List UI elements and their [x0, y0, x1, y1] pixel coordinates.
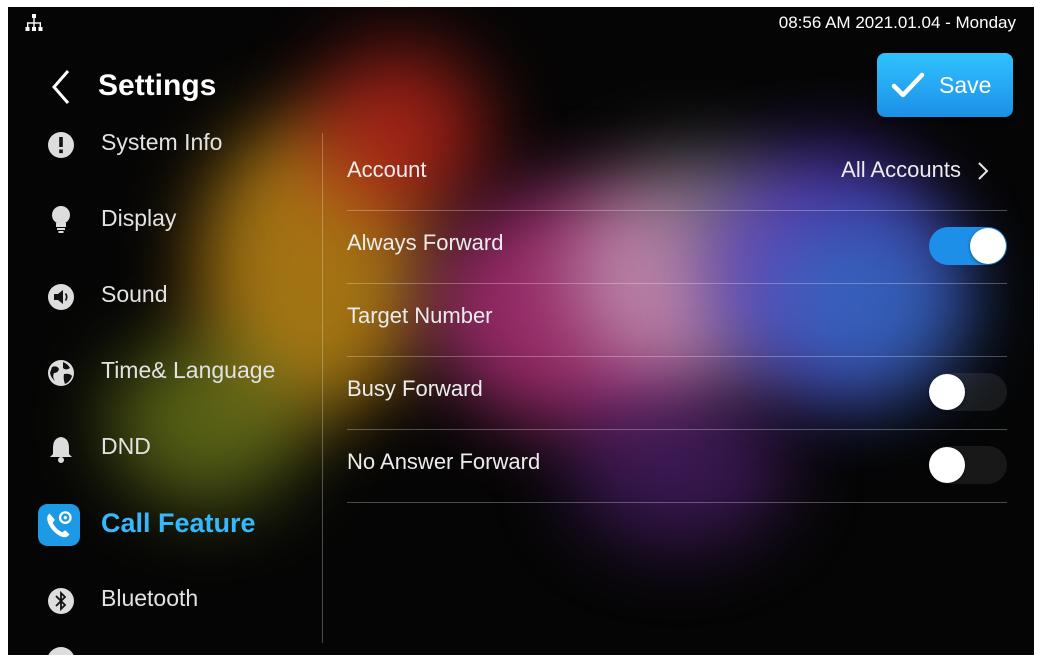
- busy-forward-row: Busy Forward: [347, 356, 1007, 430]
- network-icon: [25, 14, 43, 31]
- sidebar-item-display[interactable]: Display: [8, 191, 322, 251]
- save-button[interactable]: Save: [877, 53, 1013, 117]
- globe-icon: [48, 360, 74, 386]
- status-bar: 08:56 AM 2021.01.04 - Monday: [8, 7, 1034, 41]
- chevron-right-icon: [978, 162, 989, 180]
- sidebar-item-system-info[interactable]: System Info: [8, 119, 322, 175]
- sidebar-item-label: Call Feature: [101, 508, 256, 538]
- account-label: Account: [347, 157, 427, 182]
- toggle-knob: [970, 228, 1006, 264]
- chevron-left-icon: [52, 70, 70, 104]
- sidebar-item-label: Bluetooth: [101, 585, 199, 611]
- sidebar-divider: [322, 133, 323, 643]
- target-number-row[interactable]: Target Number: [347, 283, 1007, 357]
- info-icon: [48, 132, 74, 158]
- call-feature-settings-screen: 08:56 AM 2021.01.04 - Monday Settings Sa…: [8, 7, 1034, 655]
- sidebar-item-label: Sound: [101, 281, 168, 307]
- checkmark-icon: [891, 72, 925, 98]
- toggle-knob: [929, 374, 965, 410]
- sidebar-item-label: Time& Language: [101, 357, 276, 383]
- toggle-knob: [929, 447, 965, 483]
- target-number-label: Target Number: [347, 303, 493, 328]
- busy-forward-toggle[interactable]: [929, 373, 1007, 411]
- bell-icon: [50, 437, 72, 463]
- back-button[interactable]: [44, 65, 78, 109]
- sidebar-item-label: System Info: [101, 129, 223, 155]
- sidebar-item-dnd[interactable]: DND: [8, 419, 322, 479]
- sidebar-more-icon: [47, 647, 75, 655]
- save-button-label: Save: [939, 72, 992, 98]
- settings-sidebar: System Info Display Sound Time& Language…: [8, 119, 322, 655]
- speaker-icon: [48, 284, 74, 310]
- status-datetime: 08:56 AM 2021.01.04 - Monday: [778, 13, 1016, 32]
- no-answer-forward-label: No Answer Forward: [347, 449, 541, 474]
- phone-gear-icon: [38, 504, 80, 546]
- sidebar-item-bluetooth[interactable]: Bluetooth: [8, 571, 322, 631]
- always-forward-row: Always Forward: [347, 210, 1007, 284]
- sidebar-item-time-language[interactable]: Time& Language: [8, 343, 322, 403]
- sidebar-item-sound[interactable]: Sound: [8, 267, 322, 327]
- account-value[interactable]: All Accounts: [841, 157, 961, 183]
- sidebar-item-label: Display: [101, 205, 177, 231]
- account-row[interactable]: Account All Accounts: [347, 137, 1007, 211]
- sidebar-item-call-feature[interactable]: Call Feature: [8, 495, 322, 555]
- always-forward-label: Always Forward: [347, 230, 504, 255]
- no-answer-forward-toggle[interactable]: [929, 446, 1007, 484]
- sidebar-item-label: DND: [101, 433, 151, 459]
- bluetooth-icon: [48, 588, 74, 614]
- busy-forward-label: Busy Forward: [347, 376, 483, 401]
- page-title: Settings: [98, 69, 217, 102]
- always-forward-toggle[interactable]: [929, 227, 1007, 265]
- lightbulb-icon: [52, 206, 70, 233]
- no-answer-forward-row: No Answer Forward: [347, 429, 1007, 503]
